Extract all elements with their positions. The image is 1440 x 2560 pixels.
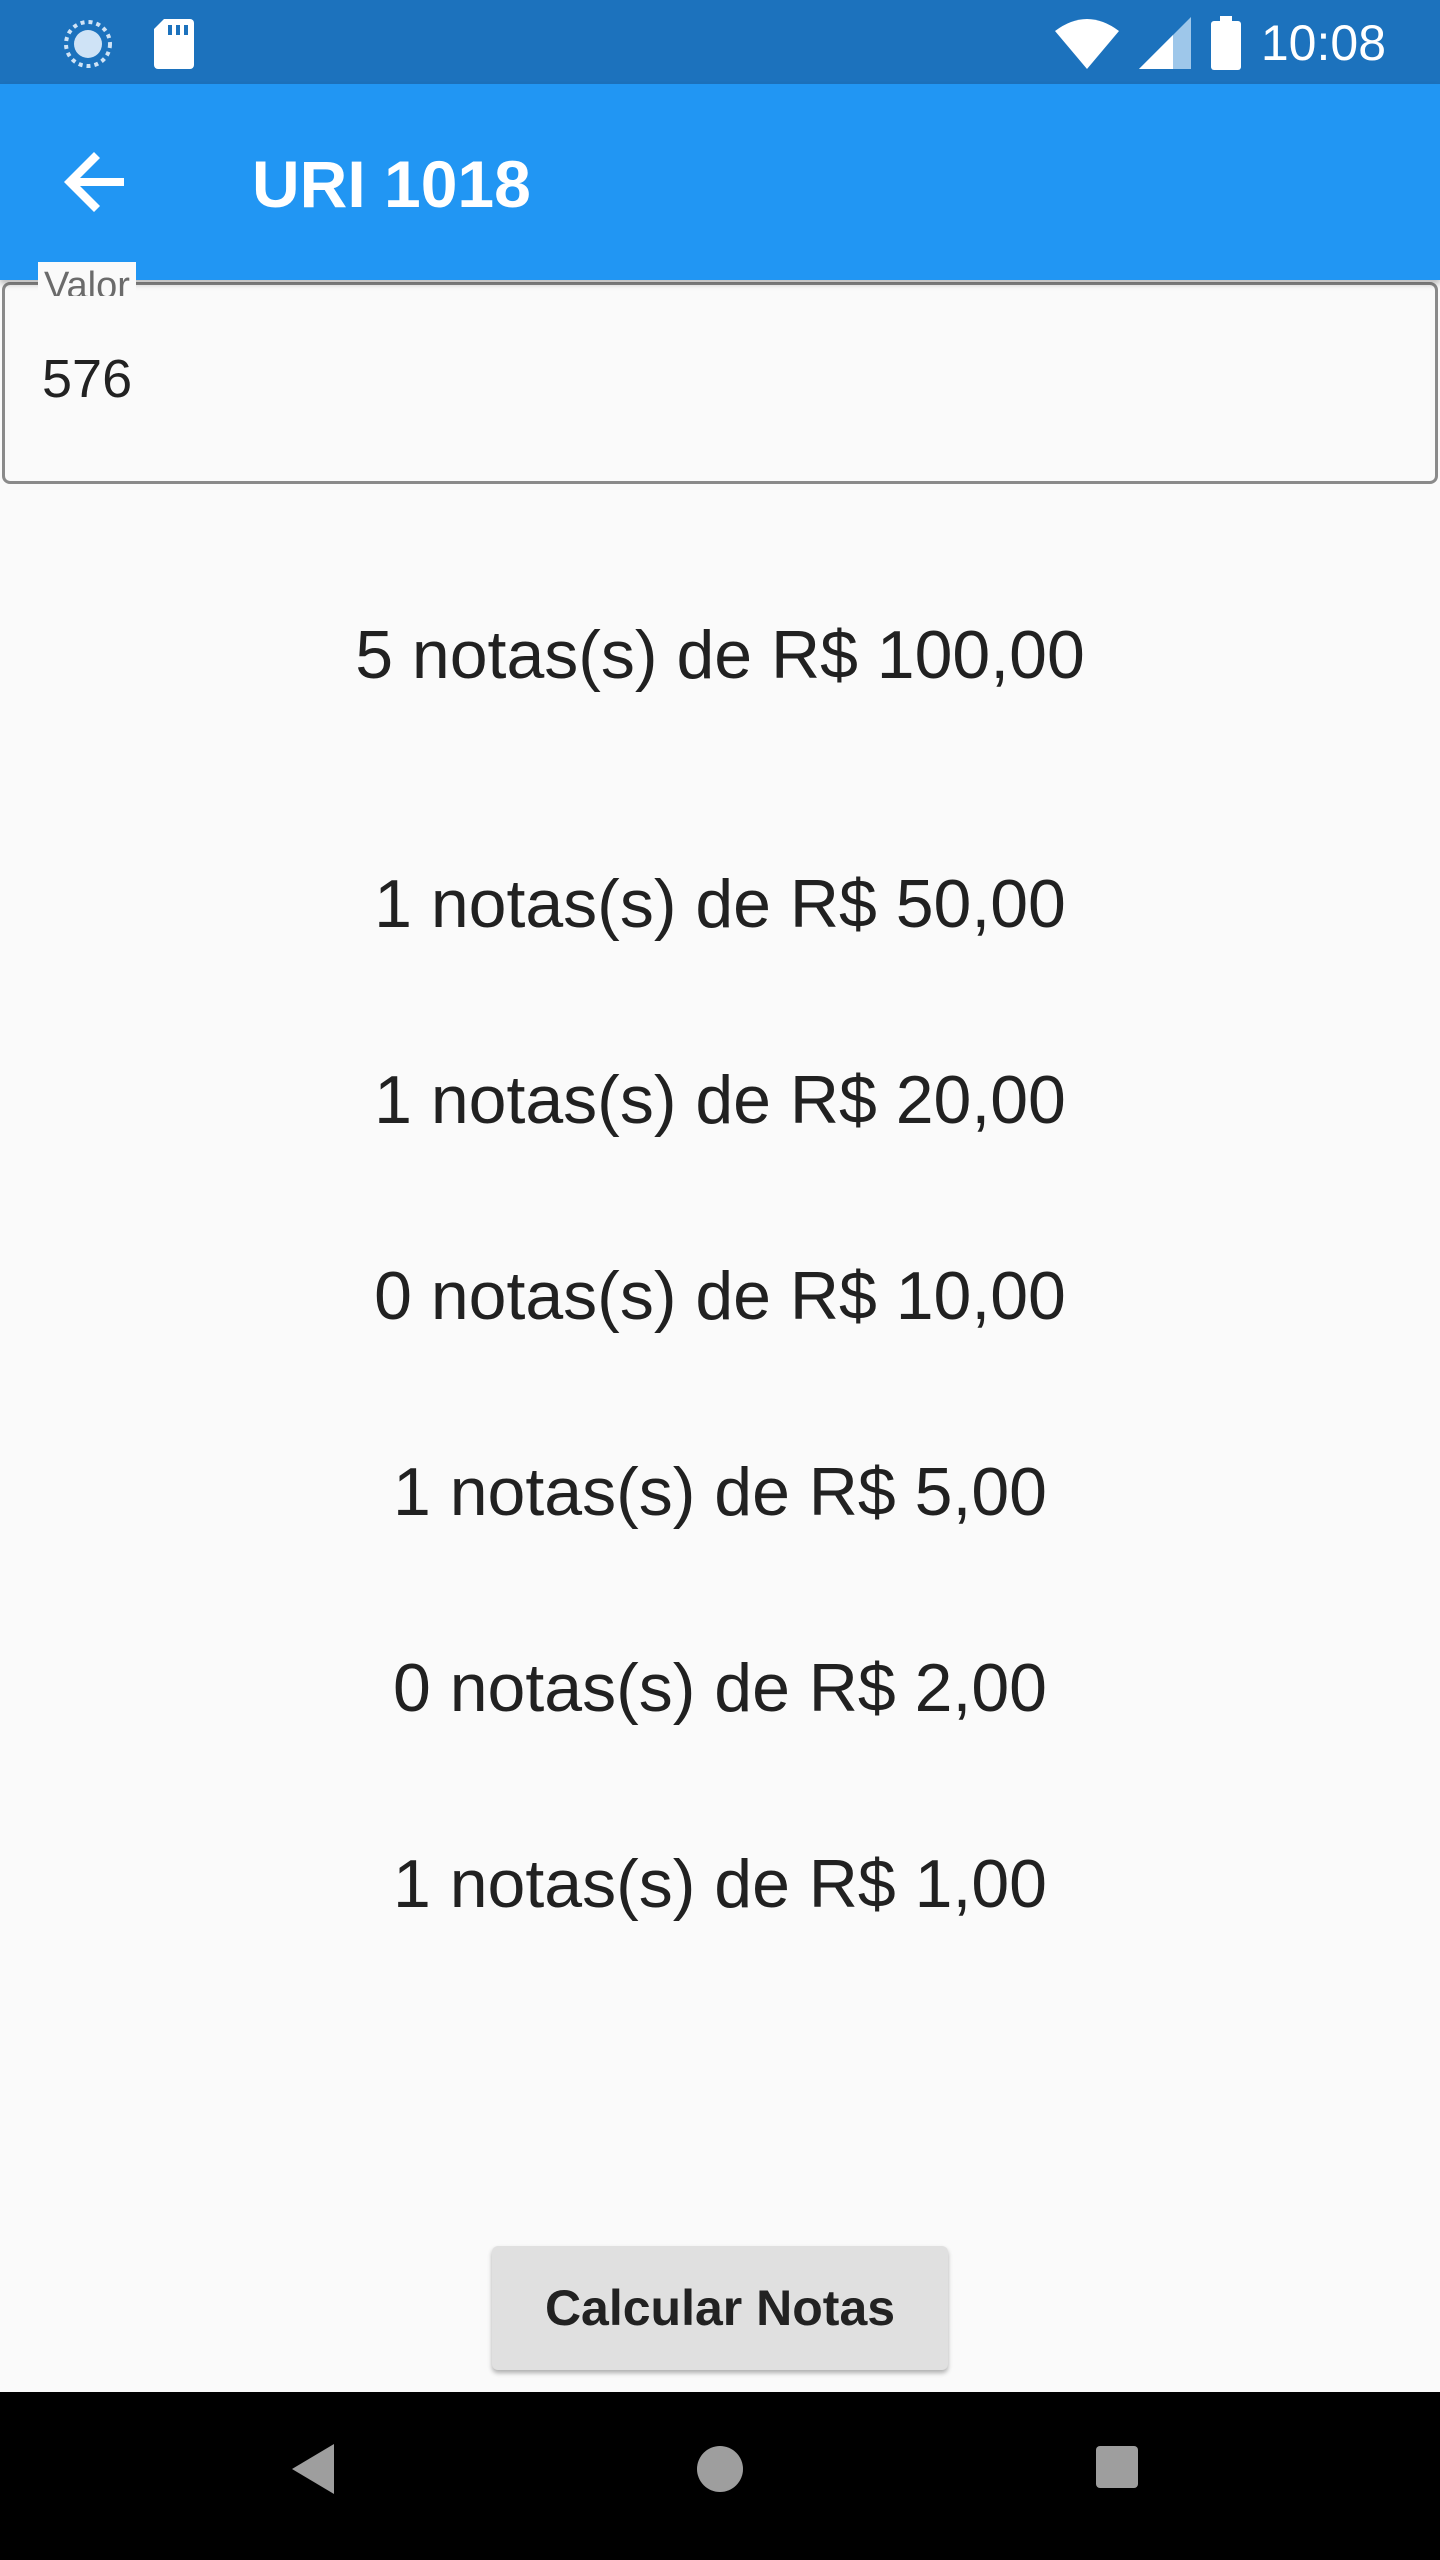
valor-field-label: Valor xyxy=(38,262,136,296)
page-title: URI 1018 xyxy=(252,147,531,221)
arrow-back-icon xyxy=(64,152,124,212)
status-left-icons xyxy=(62,18,194,70)
nav-recents-icon[interactable] xyxy=(1096,2446,1138,2488)
app-bar: URI 1018 xyxy=(0,84,1440,280)
results-list: 5 notas(s) de R$ 100,00 1 notas(s) de R$… xyxy=(0,610,1440,1982)
result-row-5: 1 notas(s) de R$ 5,00 xyxy=(393,1454,1047,1530)
result-row-2: 0 notas(s) de R$ 2,00 xyxy=(393,1650,1047,1726)
result-row-10: 0 notas(s) de R$ 10,00 xyxy=(374,1258,1066,1334)
nav-back-icon[interactable] xyxy=(290,2442,336,2496)
battery-icon xyxy=(1210,16,1241,70)
wifi-icon xyxy=(1054,19,1119,69)
back-button[interactable] xyxy=(48,134,144,230)
status-right-icons: 10:08 xyxy=(1054,14,1386,72)
result-row-100: 5 notas(s) de R$ 100,00 xyxy=(355,617,1085,693)
result-row-1: 1 notas(s) de R$ 1,00 xyxy=(393,1846,1047,1922)
sd-card-icon xyxy=(154,19,194,69)
nav-home-icon[interactable] xyxy=(697,2446,743,2492)
valor-input[interactable] xyxy=(42,348,1342,410)
status-bar: 10:08 xyxy=(0,0,1440,84)
sync-icon xyxy=(64,20,112,68)
calculate-button[interactable]: Calcular Notas xyxy=(492,2246,948,2370)
signal-icon xyxy=(1138,17,1191,69)
navigation-bar xyxy=(0,2392,1440,2560)
status-time: 10:08 xyxy=(1260,15,1386,71)
result-row-50: 1 notas(s) de R$ 50,00 xyxy=(374,866,1066,942)
result-row-20: 1 notas(s) de R$ 20,00 xyxy=(374,1062,1066,1138)
